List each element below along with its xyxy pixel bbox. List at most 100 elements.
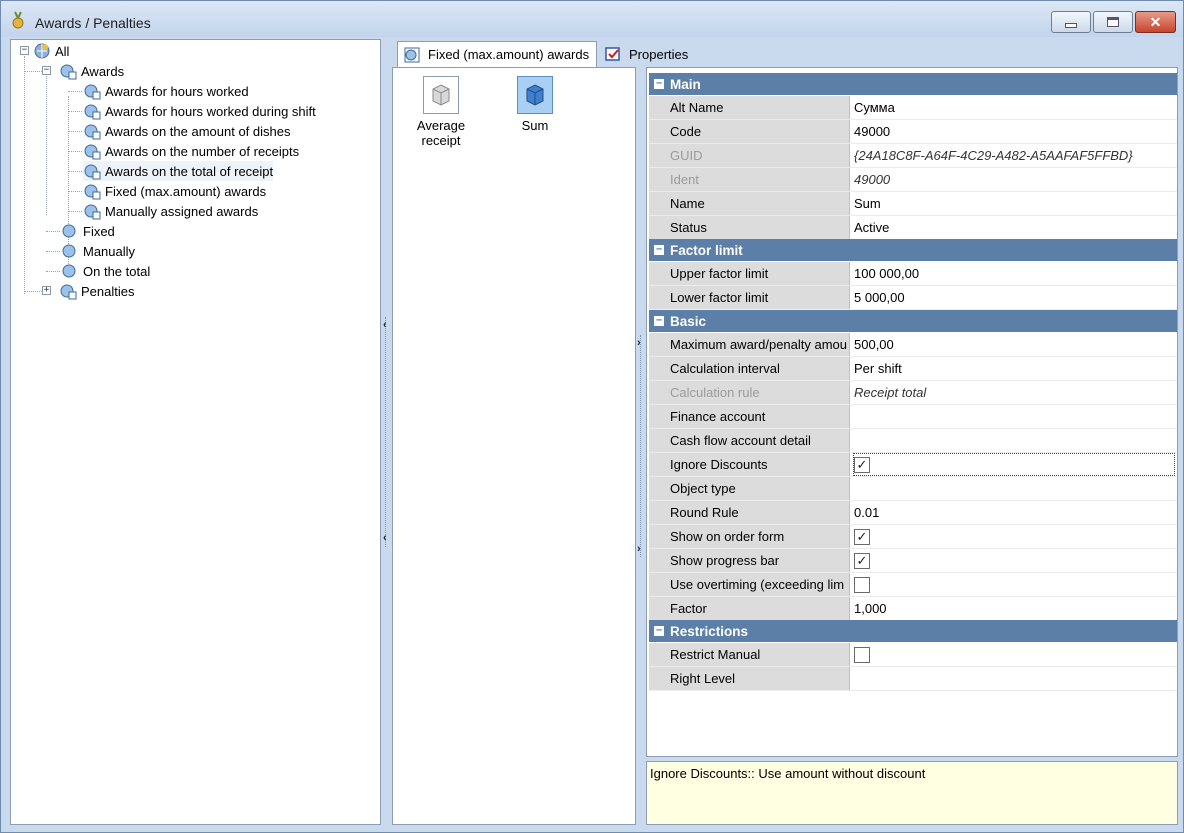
tab-properties[interactable]: Properties	[599, 41, 709, 67]
expand-arrow-icon[interactable]: ›	[637, 337, 641, 349]
prop-upper-factor-limit[interactable]: Upper factor limit 100 000,00	[649, 262, 1177, 286]
tree-node-awards-total[interactable]: Awards on the total of receipt	[83, 161, 274, 181]
prop-restrict-manual[interactable]: Restrict Manual	[649, 643, 1177, 667]
tree-node-on-the-total[interactable]: On the total	[61, 261, 150, 281]
prop-round-rule[interactable]: Round Rule 0.01	[649, 501, 1177, 525]
prop-value[interactable]: 0.01	[854, 501, 1176, 524]
collapse-all-toggle[interactable]: −	[20, 46, 29, 55]
prop-max-amount[interactable]: Maximum award/penalty amou 500,00	[649, 333, 1177, 357]
prop-name: Finance account	[649, 405, 850, 428]
tree-node-label: Fixed	[83, 223, 115, 239]
window-title: Awards / Penalties	[35, 15, 151, 31]
prop-ident[interactable]: Ident 49000	[649, 168, 1177, 192]
award-medal-icon	[12, 11, 24, 29]
properties-icon	[605, 47, 620, 61]
prop-value[interactable]: Per shift	[854, 357, 1176, 380]
prop-right-level[interactable]: Right Level	[649, 667, 1177, 691]
ignore-discounts-checkbox[interactable]: ✓	[854, 456, 870, 473]
prop-value[interactable]: Sum	[854, 192, 1176, 215]
tree-pane[interactable]: − All − Awards Awards for hours worked A…	[10, 39, 381, 825]
prop-factor[interactable]: Factor 1,000	[649, 597, 1177, 621]
close-icon: ✕	[1149, 13, 1162, 30]
collapse-awards-toggle[interactable]: −	[42, 66, 51, 75]
expand-arrow-icon[interactable]: ›	[637, 543, 641, 555]
close-button[interactable]: ✕	[1135, 11, 1176, 33]
minimize-button[interactable]	[1051, 11, 1091, 33]
prop-value[interactable]	[854, 477, 1176, 500]
collapse-icon: −	[654, 315, 664, 326]
prop-code[interactable]: Code 49000	[649, 120, 1177, 144]
expand-penalties-toggle[interactable]: +	[42, 286, 51, 295]
award-group-icon	[60, 64, 77, 80]
penalty-group-icon	[60, 284, 77, 300]
tree-node-awards-hours[interactable]: Awards for hours worked	[83, 81, 249, 101]
tree-node-awards-shift[interactable]: Awards for hours worked during shift	[83, 101, 316, 121]
item-sum[interactable]: Sum	[499, 76, 571, 133]
prop-value[interactable]	[854, 643, 1176, 666]
prop-calculation-interval[interactable]: Calculation interval Per shift	[649, 357, 1177, 381]
prop-value[interactable]: 500,00	[854, 333, 1176, 356]
prop-value[interactable]: ✓	[853, 453, 1175, 476]
collapse-left-arrow-icon[interactable]: ‹	[383, 319, 387, 331]
prop-use-overtiming[interactable]: Use overtiming (exceeding lim	[649, 573, 1177, 597]
tree-node-fixed-max-awards[interactable]: Fixed (max.amount) awards	[83, 181, 266, 201]
prop-alt-name[interactable]: Alt Name Сумма	[649, 96, 1177, 120]
prop-show-progress-bar[interactable]: Show progress bar ✓	[649, 549, 1177, 573]
collapse-left-arrow-icon[interactable]: ‹	[383, 532, 387, 544]
tree-node-awards-dishes[interactable]: Awards on the amount of dishes	[83, 121, 291, 141]
restrict-manual-checkbox[interactable]	[854, 646, 870, 663]
tree-node-manually[interactable]: Manually	[61, 241, 135, 261]
prop-value[interactable]	[854, 429, 1176, 452]
prop-name: Name	[649, 192, 850, 215]
prop-lower-factor-limit[interactable]: Lower factor limit 5 000,00	[649, 286, 1177, 310]
prop-value[interactable]: 5 000,00	[854, 286, 1176, 309]
category-main[interactable]: − Main	[649, 73, 1177, 95]
maximize-button[interactable]	[1093, 11, 1133, 33]
show-progress-bar-checkbox[interactable]: ✓	[854, 552, 870, 569]
prop-name-field[interactable]: Name Sum	[649, 192, 1177, 216]
prop-show-on-order-form[interactable]: Show on order form ✓	[649, 525, 1177, 549]
prop-value[interactable]	[854, 405, 1176, 428]
prop-value[interactable]: 49000	[854, 120, 1176, 143]
prop-guid[interactable]: GUID {24A18C8F-A64F-4C29-A482-A5AAFAF5FF…	[649, 144, 1177, 168]
category-restrictions[interactable]: − Restrictions	[649, 620, 1177, 642]
category-basic[interactable]: − Basic	[649, 310, 1177, 332]
prop-value[interactable]: 100 000,00	[854, 262, 1176, 285]
prop-status[interactable]: Status Active	[649, 216, 1177, 240]
prop-calculation-rule[interactable]: Calculation rule Receipt total	[649, 381, 1177, 405]
property-grid[interactable]: − Main Alt Name Сумма Code 49000 GUID {2…	[646, 67, 1178, 757]
prop-value[interactable]: Active	[854, 216, 1176, 239]
prop-value[interactable]: Сумма	[854, 96, 1176, 119]
tree-node-awards-receipts[interactable]: Awards on the number of receipts	[83, 141, 299, 161]
prop-value[interactable]: 1,000	[854, 597, 1176, 620]
item-average-receipt[interactable]: Average receipt	[405, 76, 477, 148]
prop-value[interactable]	[854, 667, 1176, 690]
tab-fixed-max-awards[interactable]: Fixed (max.amount) awards	[397, 41, 597, 67]
tree-connector	[46, 251, 60, 252]
show-on-order-form-checkbox[interactable]: ✓	[854, 528, 870, 545]
prop-value[interactable]: ✓	[854, 549, 1176, 572]
tree-node-all[interactable]: All	[33, 41, 69, 61]
prop-value[interactable]	[854, 573, 1176, 596]
left-splitter[interactable]	[385, 317, 391, 547]
tree-node-penalties[interactable]: Penalties	[59, 281, 134, 301]
award-item-icon	[84, 104, 101, 120]
collapse-icon: −	[654, 78, 664, 89]
prop-ignore-discounts[interactable]: Ignore Discounts ✓	[649, 453, 1177, 477]
prop-finance-account[interactable]: Finance account	[649, 405, 1177, 429]
tree-connector	[24, 291, 42, 292]
prop-name: Right Level	[649, 667, 850, 690]
tree-node-awards[interactable]: Awards	[59, 61, 124, 81]
collapse-icon: −	[654, 244, 664, 255]
tree-node-manual-awards[interactable]: Manually assigned awards	[83, 201, 258, 221]
title-bar[interactable]: Awards / Penalties ✕	[1, 1, 1183, 37]
prop-cash-flow-account[interactable]: Cash flow account detail	[649, 429, 1177, 453]
use-overtiming-checkbox[interactable]	[854, 576, 870, 593]
tree-node-label: Fixed (max.amount) awards	[105, 183, 267, 199]
items-pane[interactable]: Average receipt Sum	[392, 67, 636, 825]
tree-node-fixed[interactable]: Fixed	[61, 221, 115, 241]
category-factor-limit[interactable]: − Factor limit	[649, 239, 1177, 261]
prop-value: 49000	[854, 172, 891, 187]
prop-value[interactable]: ✓	[854, 525, 1176, 548]
prop-object-type[interactable]: Object type	[649, 477, 1177, 501]
